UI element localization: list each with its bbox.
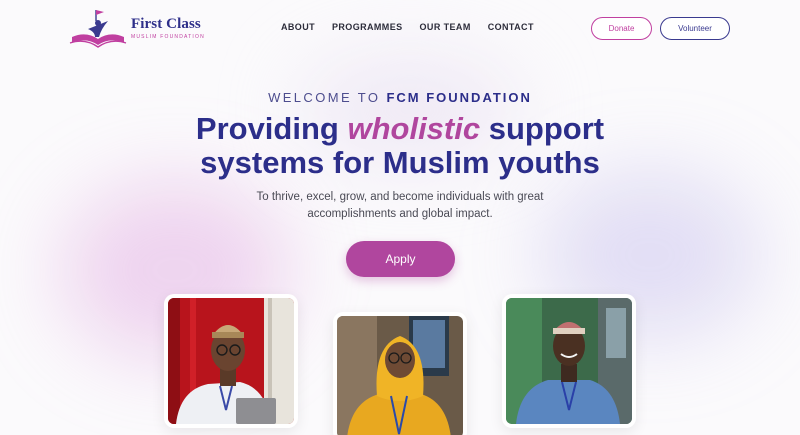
headline-accent: wholistic [347,111,481,146]
donate-button[interactable]: Donate [591,17,652,40]
headline-after: support [488,111,605,146]
subtitle-line2: accomplishments and global impact. [307,208,493,220]
eyebrow-brand: FCM FOUNDATION [386,90,532,105]
team-photo-3-image [506,298,632,424]
team-photo-2-image [337,316,463,435]
hero-subtitle: To thrive, excel, grow, and become indiv… [0,189,800,223]
brand-subtitle: MUSLIM FOUNDATION [131,34,205,40]
volunteer-button[interactable]: Volunteer [660,17,730,40]
team-photo-1 [164,294,298,428]
brand-wordmark[interactable]: First Class MUSLIM FOUNDATION [131,16,205,41]
team-photo-3 [502,294,636,428]
main-nav: ABOUT PROGRAMMES OUR TEAM CONTACT [281,22,534,32]
nav-link-programmes[interactable]: PROGRAMMES [332,22,403,32]
nav-link-our-team[interactable]: OUR TEAM [420,22,471,32]
subtitle-line1: To thrive, excel, grow, and become indiv… [256,191,544,203]
eyebrow-prefix: WELCOME TO [268,90,381,105]
headline-line2: systems for Muslim youths [200,145,600,180]
hero-headline: Providing wholistic support systems for … [0,112,800,180]
hero-eyebrow: WELCOME TO FCM FOUNDATION [0,90,800,105]
nav-link-contact[interactable]: CONTACT [488,22,534,32]
team-photo-2 [333,312,467,435]
team-photo-1-image [168,298,294,424]
brand-title: First Class [131,16,201,32]
site-header: First Class MUSLIM FOUNDATION ABOUT PROG… [0,0,800,56]
apply-button[interactable]: Apply [346,241,455,277]
nav-link-about[interactable]: ABOUT [281,22,315,32]
headline-before: Providing [195,111,339,146]
